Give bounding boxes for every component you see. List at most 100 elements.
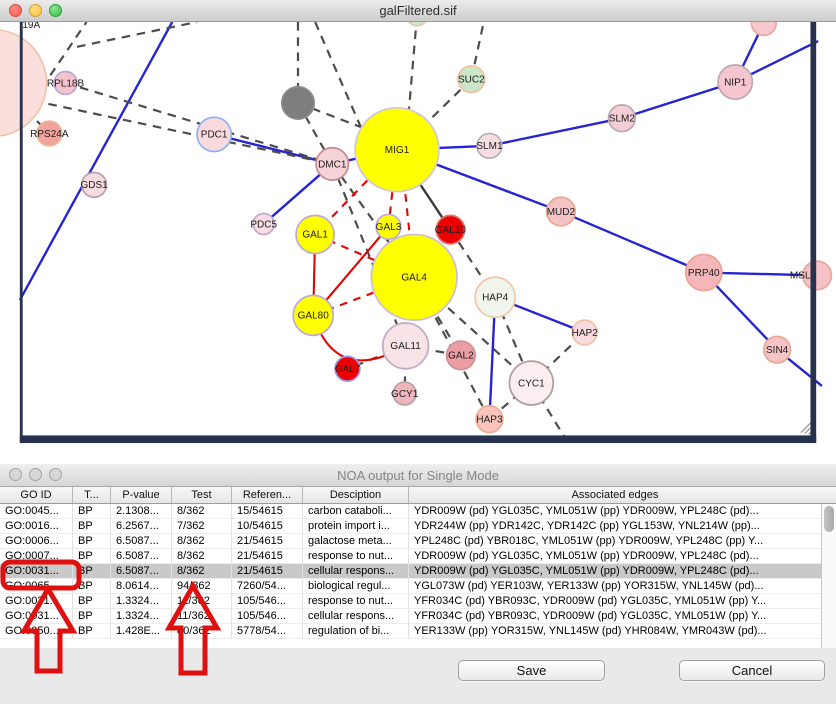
table-row[interactable]: GO:0006...BP6.5087...8/36221/54615galact… (0, 534, 821, 549)
table-cell[interactable]: response to nut... (303, 549, 409, 564)
table-cell[interactable]: GO:0031... (0, 564, 73, 579)
table-cell[interactable]: 8.0614... (111, 579, 172, 594)
table-cell[interactable]: 15/54615 (232, 504, 303, 519)
table-cell[interactable]: 10/54615 (232, 519, 303, 534)
table-cell[interactable]: GO:0016... (0, 519, 73, 534)
table-cell[interactable]: 8/362 (172, 549, 232, 564)
table-cell[interactable]: BP (73, 609, 111, 624)
table-cell[interactable]: response to nut... (303, 594, 409, 609)
network-window-title: galFiltered.sif (0, 3, 836, 18)
network-edge[interactable] (77, 22, 197, 47)
save-button[interactable]: Save (458, 660, 605, 681)
node-label-gal4: GAL4 (401, 273, 427, 284)
table-cell[interactable]: GO:0006... (0, 534, 73, 549)
table-row[interactable]: GO:0016...BP6.2567...7/36210/54615protei… (0, 519, 821, 534)
table-cell[interactable]: GO:0031... (0, 609, 73, 624)
table-cell[interactable]: 11/362 (172, 594, 232, 609)
table-row[interactable]: GO:0065...BP8.0614...94/3627260/54...bio… (0, 579, 821, 594)
table-cell[interactable]: BP (73, 504, 111, 519)
table-cell[interactable]: YPL248C (pd) YBR018C, YML051W (pp) YDR00… (409, 534, 821, 549)
table-cell[interactable]: BP (73, 594, 111, 609)
table-cell[interactable]: carbon cataboli... (303, 504, 409, 519)
table-cell[interactable]: 6.5087... (111, 549, 172, 564)
column-header-associated-edges[interactable]: Associated edges (409, 487, 821, 503)
results-table[interactable]: GO:0045...BP2.1308...8/36215/54615carbon… (0, 504, 821, 648)
table-cell[interactable]: GO:0045... (0, 504, 73, 519)
table-cell[interactable]: 21/54615 (232, 564, 303, 579)
table-row[interactable]: GO:0007...BP6.5087...8/36221/54615respon… (0, 549, 821, 564)
table-cell[interactable]: BP (73, 564, 111, 579)
table-cell[interactable]: BP (73, 624, 111, 639)
table-row[interactable]: GO:0031...BP6.5087...8/36221/54615cellul… (0, 564, 821, 579)
table-cell[interactable]: 8/362 (172, 564, 232, 579)
network-edge[interactable] (408, 22, 417, 115)
table-row[interactable]: GO:0031...BP1.3324...11/362105/546...cel… (0, 609, 821, 624)
table-cell[interactable]: 94/362 (172, 579, 232, 594)
table-cell[interactable]: 80/362 (172, 624, 232, 639)
table-cell[interactable]: regulation of bi... (303, 624, 409, 639)
table-cell[interactable]: BP (73, 519, 111, 534)
table-row[interactable]: GO:0031...BP1.3324...11/362105/546...res… (0, 594, 821, 609)
noa-window-titlebar[interactable]: NOA output for Single Mode (0, 464, 836, 487)
table-cell[interactable]: YDR009W (pd) YGL035C, YML051W (pp) YDR00… (409, 564, 821, 579)
table-cell[interactable]: 6.5087... (111, 534, 172, 549)
table-cell[interactable]: YDR009W (pd) YGL035C, YML051W (pp) YDR00… (409, 504, 821, 519)
table-cell[interactable]: 1.428E... (111, 624, 172, 639)
column-header-t-[interactable]: T... (73, 487, 111, 503)
node-label-gal3: GAL3 (376, 222, 402, 233)
network-canvas[interactable]: 19ARPL18BRPS24AGDS1PDC1DMC1MIG1SUC2SLM1S… (0, 22, 836, 464)
network-edge[interactable] (50, 22, 86, 75)
column-header-test[interactable]: Test (172, 487, 232, 503)
table-cell[interactable]: YER133W (pp) YOR315W, YNL145W (pd) YHR08… (409, 624, 821, 639)
column-header-referen-[interactable]: Referen... (232, 487, 303, 503)
table-cell[interactable]: biological regul... (303, 579, 409, 594)
table-cell[interactable]: 8/362 (172, 534, 232, 549)
table-cell[interactable]: YDR009W (pd) YGL035C, YML051W (pp) YDR00… (409, 549, 821, 564)
table-cell[interactable]: 6.5087... (111, 564, 172, 579)
scrollbar-thumb[interactable] (824, 506, 834, 532)
table-cell[interactable]: 21/54615 (232, 534, 303, 549)
table-cell[interactable]: YFR034C (pd) YBR093C, YDR009W (pd) YGL03… (409, 609, 821, 624)
network-node-big-left[interactable] (0, 30, 46, 137)
table-cell[interactable]: 105/546... (232, 594, 303, 609)
vertical-scrollbar[interactable] (821, 504, 836, 648)
table-cell[interactable]: 1.3324... (111, 594, 172, 609)
table-cell[interactable]: GO:0050... (0, 624, 73, 639)
table-cell[interactable]: 105/546... (232, 609, 303, 624)
table-cell[interactable]: YDR244W (pp) YDR142C, YDR142C (pp) YGL15… (409, 519, 821, 534)
table-cell[interactable]: GO:0031... (0, 594, 73, 609)
cancel-button[interactable]: Cancel (679, 660, 825, 681)
table-cell[interactable]: 6.2567... (111, 519, 172, 534)
table-cell[interactable]: BP (73, 549, 111, 564)
table-cell[interactable]: 7/362 (172, 519, 232, 534)
table-cell[interactable]: GO:0065... (0, 579, 73, 594)
node-label-hap2: HAP2 (572, 328, 599, 339)
table-cell[interactable]: BP (73, 579, 111, 594)
table-cell[interactable]: 8/362 (172, 504, 232, 519)
table-cell[interactable]: 1.3324... (111, 609, 172, 624)
table-row[interactable]: GO:0050...BP1.428E...80/3625778/54...reg… (0, 624, 821, 639)
table-cell[interactable]: YGL073W (pd) YER103W, YER133W (pp) YOR31… (409, 579, 821, 594)
network-edge[interactable] (489, 118, 621, 146)
table-cell[interactable]: YFR034C (pd) YBR093C, YDR009W (pd) YGL03… (409, 594, 821, 609)
column-header-p-value[interactable]: P-value (111, 487, 172, 503)
table-cell[interactable]: cellular respons... (303, 564, 409, 579)
network-window-titlebar[interactable]: galFiltered.sif (0, 0, 836, 22)
table-cell[interactable]: 7260/54... (232, 579, 303, 594)
table-cell[interactable]: 21/54615 (232, 549, 303, 564)
table-cell[interactable]: 5778/54... (232, 624, 303, 639)
table-cell[interactable]: 11/362 (172, 609, 232, 624)
table-cell[interactable]: galactose meta... (303, 534, 409, 549)
table-cell[interactable]: BP (73, 534, 111, 549)
table-cell[interactable]: protein import i... (303, 519, 409, 534)
network-node-cut-green-top[interactable] (407, 22, 428, 26)
table-row[interactable]: GO:0045...BP2.1308...8/36215/54615carbon… (0, 504, 821, 519)
table-cell[interactable]: GO:0007... (0, 549, 73, 564)
table-cell[interactable]: cellular respons... (303, 609, 409, 624)
column-header-desciption[interactable]: Desciption (303, 487, 409, 503)
network-node-unnamed-gray[interactable] (282, 87, 314, 119)
column-header-go-id[interactable]: GO ID (0, 487, 73, 503)
network-node-cut-pink-top[interactable] (751, 22, 776, 35)
network-edge[interactable] (561, 212, 704, 273)
table-cell[interactable]: 2.1308... (111, 504, 172, 519)
